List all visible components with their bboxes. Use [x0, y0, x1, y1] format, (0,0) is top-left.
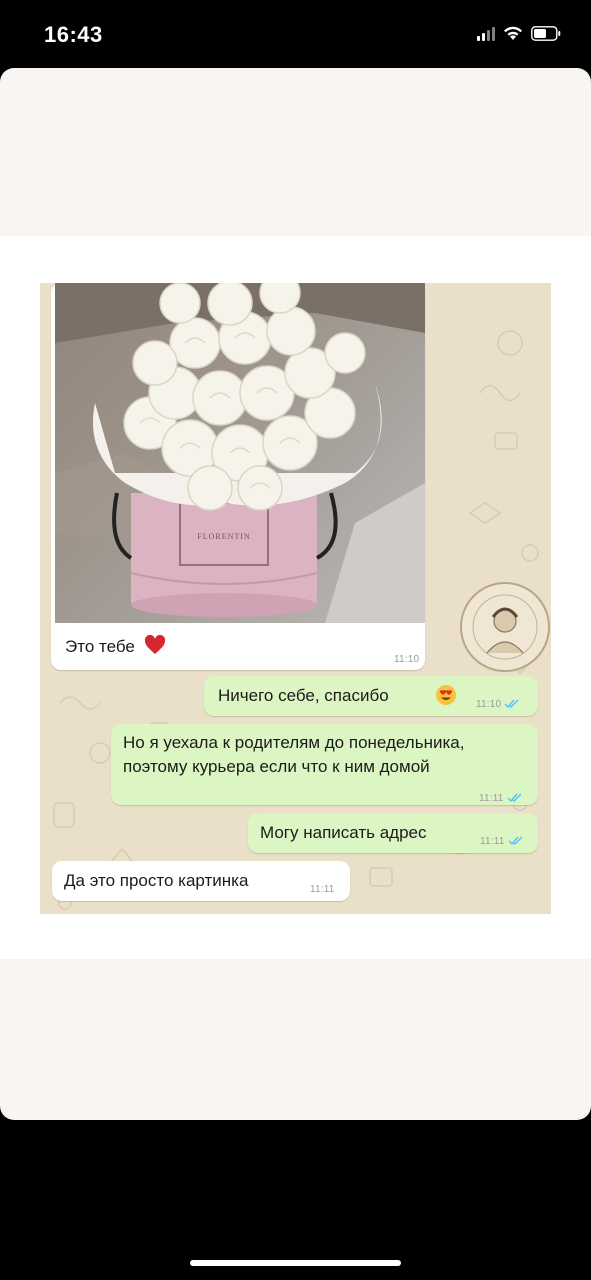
- bouquet-photo[interactable]: FLORENTIN: [55, 283, 425, 623]
- double-check-icon: [507, 793, 522, 802]
- outgoing-message[interactable]: Но я уехала к родителям до понедельника,…: [111, 724, 538, 805]
- message-text: Это тебе: [65, 637, 135, 656]
- outgoing-message[interactable]: Могу написать адрес 11:11: [248, 813, 538, 853]
- battery-icon: [531, 26, 561, 41]
- status-icons: [477, 26, 561, 41]
- message-text: Ничего себе, спасибо: [218, 686, 389, 705]
- message-meta: 11:11: [480, 831, 524, 853]
- message-time: 11:11: [479, 793, 504, 804]
- box-brand-label: FLORENTIN: [197, 532, 250, 541]
- photo-caption: Это тебе: [65, 634, 166, 661]
- message-text: Могу написать адрес: [260, 823, 427, 842]
- home-indicator[interactable]: [190, 1260, 401, 1266]
- watermark-logo: [460, 582, 550, 672]
- signal-icon: [477, 26, 495, 41]
- image-viewer-sheet[interactable]: FLORENTIN Это тебе 11:10 Ничего себе, сп…: [0, 68, 591, 1120]
- double-check-icon: [504, 699, 519, 708]
- double-check-icon: [508, 836, 523, 845]
- heart-icon: [144, 634, 166, 661]
- message-meta: 11:11: [479, 788, 523, 810]
- message-time: 11:10: [394, 654, 420, 665]
- message-text: Да это просто картинка: [64, 871, 249, 890]
- message-text: Но я уехала к родителям до понедельника,…: [123, 733, 465, 776]
- status-bar: 16:43: [0, 0, 591, 68]
- incoming-photo-message[interactable]: FLORENTIN Это тебе 11:10: [51, 283, 425, 670]
- chat-screenshot: FLORENTIN Это тебе 11:10 Ничего себе, сп…: [40, 283, 551, 914]
- status-time: 16:43: [44, 22, 103, 47]
- outgoing-message[interactable]: Ничего себе, спасибо 11:10: [204, 676, 538, 716]
- message-time: 11:10: [476, 699, 502, 710]
- message-time: 11:11: [480, 836, 505, 847]
- wifi-icon: [503, 26, 523, 41]
- message-time: 11:11: [310, 884, 335, 895]
- incoming-message[interactable]: Да это просто картинка 11:11: [52, 861, 350, 901]
- heart-eyes-emoji: [435, 684, 457, 712]
- message-meta: 11:10: [476, 694, 520, 716]
